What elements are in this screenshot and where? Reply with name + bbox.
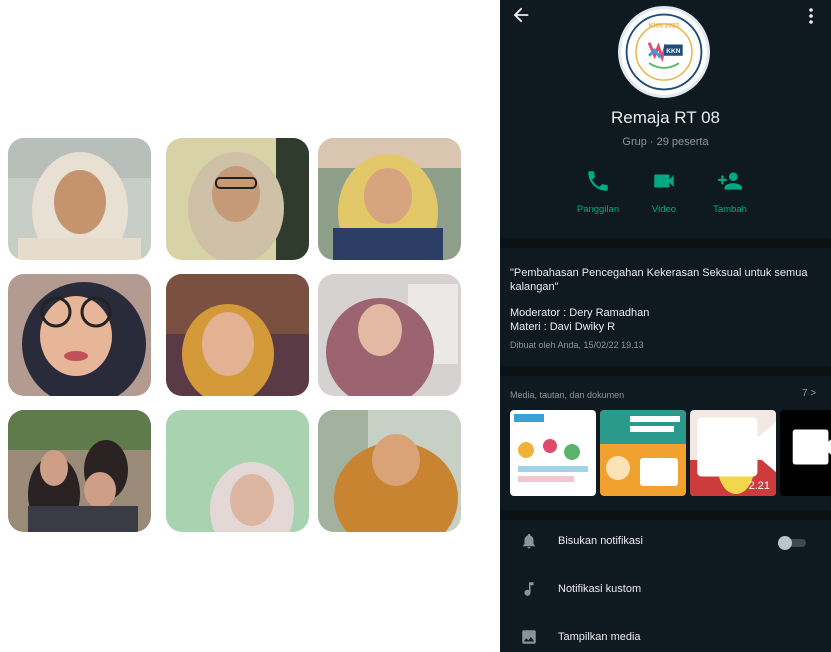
custom-notifications-label: Notifikasi kustom: [558, 583, 642, 595]
media-thumbnail[interactable]: [510, 410, 596, 496]
participant-photo: [166, 274, 309, 396]
show-media-row[interactable]: Tampilkan media: [500, 618, 831, 652]
group-info-screen: KKN 2022 KKN Remaja RT 08 Grup · 29 pese…: [500, 0, 831, 652]
participant-photo: [318, 138, 461, 260]
participant-photo: [318, 274, 461, 396]
media-count[interactable]: 7 >: [802, 388, 816, 399]
add-member-button[interactable]: Tambah: [690, 168, 770, 215]
screenshot-page: KKN 2022 KKN Remaja RT 08 Grup · 29 pese…: [0, 0, 831, 652]
participant-photo: [166, 410, 309, 532]
section-divider: [500, 510, 831, 520]
add-person-icon: [718, 172, 742, 190]
video-icon: [654, 174, 674, 188]
mute-notifications-label: Bisukan notifikasi: [558, 535, 643, 547]
phone-icon: [588, 171, 608, 191]
section-divider: [500, 366, 831, 376]
section-divider: [500, 238, 831, 248]
created-by-text: Dibuat oleh Anda, 15/02/22 19.13: [510, 340, 644, 350]
more-options-icon[interactable]: [806, 6, 816, 26]
back-arrow-icon[interactable]: [510, 4, 532, 26]
participant-photo: [8, 410, 151, 532]
group-title: Remaja RT 08: [611, 108, 720, 127]
media-section-title[interactable]: Media, tautan, dan dokumen: [510, 390, 624, 400]
moderator-text: Moderator : Dery Ramadhan: [510, 307, 650, 319]
image-icon: [522, 630, 536, 644]
participant-photo: [166, 138, 309, 260]
video-camera-icon: [792, 429, 831, 465]
group-subtitle: Grup · 29 peserta: [622, 136, 709, 148]
description-text: "Pembahasan Pencegahan Kekerasan Seksual…: [510, 267, 808, 293]
media-video-thumbnail[interactable]: [780, 410, 831, 496]
video-duration: 2.21: [748, 480, 770, 492]
media-thumbnails: 2.21: [510, 410, 831, 496]
show-media-label: Tampilkan media: [558, 631, 641, 643]
bell-icon: [523, 533, 535, 549]
group-description[interactable]: "Pembahasan Pencegahan Kekerasan Seksual…: [510, 266, 822, 334]
toggle-knob: [778, 536, 792, 550]
materi-text: Materi : Davi Dwiky R: [510, 321, 616, 333]
participant-photo-grid: [8, 138, 464, 532]
mute-toggle[interactable]: [778, 536, 808, 550]
logo-text: KKN 2022: [649, 23, 680, 30]
participant-photo: [318, 410, 461, 532]
mute-notifications-row[interactable]: Bisukan notifikasi: [500, 522, 831, 562]
add-member-label: Tambah: [713, 204, 747, 215]
participant-photo: [8, 138, 151, 260]
group-avatar[interactable]: KKN 2022 KKN: [618, 6, 710, 98]
media-video-thumbnail[interactable]: 2.21: [690, 410, 776, 496]
music-note-icon: [524, 582, 534, 596]
custom-notifications-row[interactable]: Notifikasi kustom: [500, 570, 831, 610]
video-camera-icon: [697, 417, 776, 477]
participant-photo: [8, 274, 151, 396]
media-thumbnail[interactable]: [600, 410, 686, 496]
logo-badge: KKN: [666, 48, 680, 55]
group-actions: Panggilan Video Tambah: [500, 168, 831, 224]
